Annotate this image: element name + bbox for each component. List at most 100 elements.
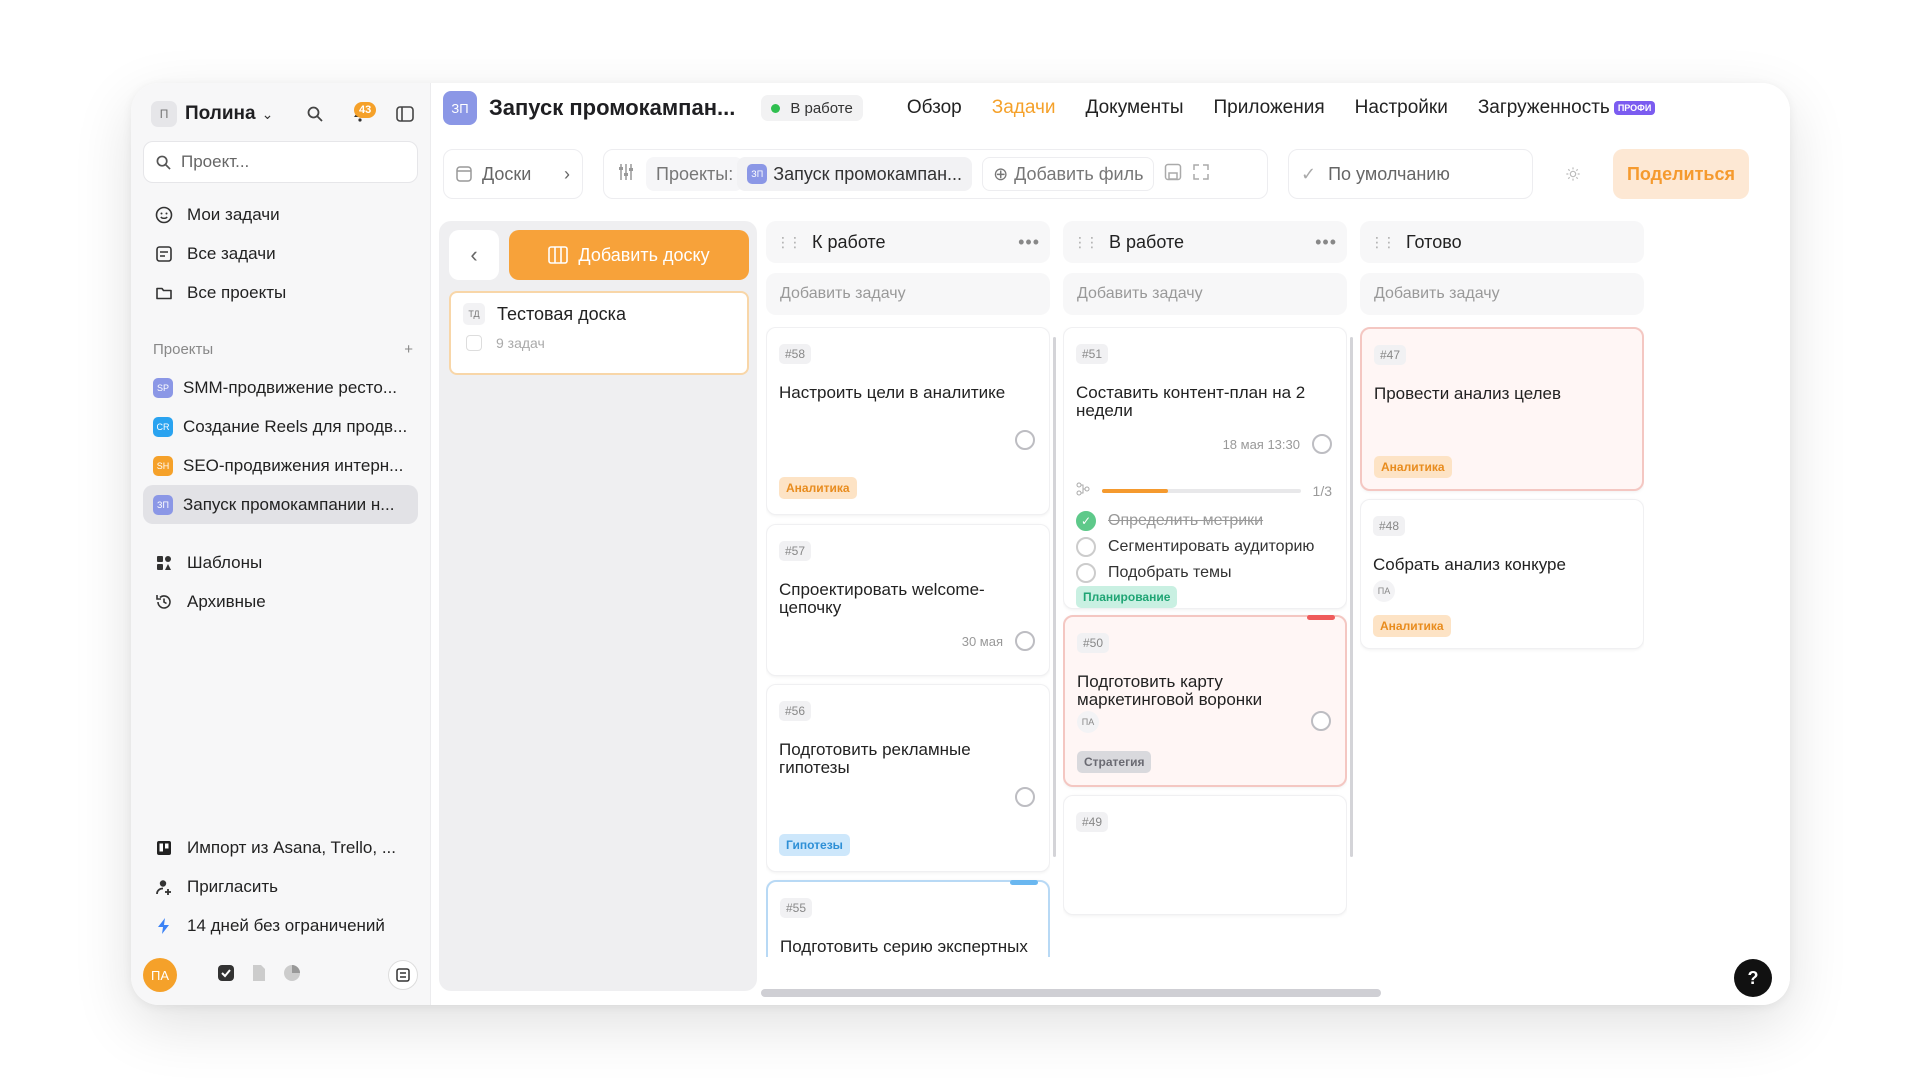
- chevron-down-icon[interactable]: ⌄: [262, 106, 274, 123]
- sidebar-item-templates[interactable]: Шаблоны: [143, 543, 418, 582]
- smile-icon: [153, 204, 175, 226]
- column-header[interactable]: ⋮⋮ К работе •••: [766, 221, 1050, 263]
- gear-icon[interactable]: [1553, 149, 1593, 199]
- project-search-input[interactable]: [181, 152, 381, 172]
- task-card[interactable]: #55 Подготовить серию экспертных: [766, 880, 1050, 957]
- subtask-circle-icon[interactable]: [1076, 563, 1096, 583]
- subtask-item[interactable]: ✓ Определить метрики: [1076, 511, 1263, 531]
- calculator-icon[interactable]: [388, 960, 418, 990]
- project-filter-chip[interactable]: ЗП Запуск промокампан...: [737, 157, 973, 191]
- sidebar-item-all-projects[interactable]: Все проекты: [143, 273, 418, 312]
- user-name[interactable]: Полина: [185, 103, 256, 125]
- subtask-label: Подобрать темы: [1108, 564, 1232, 581]
- task-number: #48: [1373, 516, 1406, 536]
- tab-settings[interactable]: Настройки: [1355, 97, 1448, 119]
- task-card[interactable]: #50 Подготовить карту маркетинговой воро…: [1063, 615, 1347, 787]
- subtask-circle-icon[interactable]: [1076, 537, 1096, 557]
- project-search[interactable]: [143, 141, 418, 183]
- board-card[interactable]: ТД Тестовая доска 9 задач: [449, 291, 749, 375]
- column-header[interactable]: ⋮⋮ В работе •••: [1063, 221, 1347, 263]
- tab-apps[interactable]: Приложения: [1213, 97, 1324, 119]
- sidebar-toggle-icon[interactable]: [394, 103, 416, 125]
- page-title[interactable]: Запуск промокампан...: [489, 95, 735, 121]
- complete-circle-icon[interactable]: [1312, 434, 1332, 454]
- project-tag: SP: [153, 377, 173, 398]
- assignee-avatar[interactable]: ПА: [1077, 711, 1099, 733]
- status-label: В работе: [790, 99, 853, 117]
- column-header[interactable]: ⋮⋮ Готово: [1360, 221, 1644, 263]
- sidebar-item-archived[interactable]: Архивные: [143, 582, 418, 621]
- add-board-button[interactable]: Добавить доску: [509, 230, 749, 280]
- project-tag: SH: [153, 455, 173, 476]
- save-icon[interactable]: [1164, 163, 1182, 186]
- status-badge[interactable]: В работе: [761, 95, 863, 121]
- column-title: Готово: [1406, 231, 1462, 252]
- bell-icon[interactable]: 43: [340, 102, 380, 125]
- subtask-item[interactable]: Подобрать темы: [1076, 563, 1232, 583]
- help-button[interactable]: ?: [1734, 959, 1772, 997]
- task-card[interactable]: #47 Провести анализ целев Аналитика: [1360, 327, 1644, 491]
- tab-documents[interactable]: Документы: [1086, 97, 1184, 119]
- more-icon[interactable]: •••: [1315, 232, 1337, 253]
- horizontal-scrollbar[interactable]: [761, 989, 1778, 997]
- sidebar-project-reels[interactable]: CR Создание Reels для продв...: [143, 407, 418, 446]
- check-circle-icon[interactable]: ✓: [1076, 511, 1096, 531]
- sidebar-item-my-tasks[interactable]: Мои задачи: [143, 195, 418, 234]
- tab-overview[interactable]: Обзор: [907, 97, 962, 119]
- boards-label: Доски: [482, 163, 532, 184]
- user-avatar[interactable]: П: [151, 101, 177, 127]
- drag-handle-icon[interactable]: ⋮⋮: [1370, 234, 1396, 251]
- sidebar-item-import[interactable]: Импорт из Asana, Trello, ...: [143, 828, 418, 867]
- document-icon[interactable]: [251, 964, 267, 987]
- drag-handle-icon[interactable]: ⋮⋮: [776, 234, 802, 251]
- boards-toggle[interactable]: Доски ›: [443, 149, 583, 199]
- task-number: #56: [779, 701, 812, 721]
- add-task-button[interactable]: Добавить задачу: [1360, 273, 1644, 315]
- task-card[interactable]: #48 Собрать анализ конкуре ПА Аналитика: [1360, 499, 1644, 649]
- complete-circle-icon[interactable]: [1015, 430, 1035, 450]
- sidebar-project-seo[interactable]: SH SEO-продвижения интерн...: [143, 446, 418, 485]
- tab-workload[interactable]: Загруженность ПРОФИ: [1478, 97, 1656, 119]
- more-icon[interactable]: •••: [1018, 232, 1040, 253]
- sidebar-project-promo[interactable]: ЗП Запуск промокампании н...: [143, 485, 418, 524]
- view-selector[interactable]: ✓ По умолчанию: [1288, 149, 1533, 199]
- sidebar-project-smm[interactable]: SP SMM-продвижение ресто...: [143, 368, 418, 407]
- task-card[interactable]: #56 Подготовить рекламные гипотезы Гипот…: [766, 684, 1050, 872]
- tab-tasks[interactable]: Задачи: [992, 97, 1056, 119]
- add-filter-button[interactable]: ⊕ Добавить филь: [982, 157, 1155, 191]
- task-number: #57: [779, 541, 812, 561]
- task-card[interactable]: #49: [1063, 795, 1347, 915]
- checkbox-icon[interactable]: [217, 964, 235, 987]
- search-icon[interactable]: [304, 103, 326, 125]
- task-card[interactable]: #51 Составить контент-план на 2 недели 1…: [1063, 327, 1347, 609]
- chevron-left-icon[interactable]: ‹: [449, 230, 499, 280]
- sidebar-item-label: Все проекты: [187, 282, 287, 302]
- share-button[interactable]: Поделиться: [1613, 149, 1749, 199]
- column-scrollbar[interactable]: [1350, 337, 1353, 857]
- sidebar-extra: Шаблоны Архивные: [143, 543, 418, 621]
- complete-circle-icon[interactable]: [1015, 787, 1035, 807]
- user-avatar[interactable]: ПА: [143, 958, 177, 992]
- task-title: Составить контент-план на 2 недели: [1076, 383, 1306, 420]
- sidebar-item-trial[interactable]: 14 дней без ограничений: [143, 906, 418, 945]
- add-project-icon[interactable]: +: [404, 341, 413, 358]
- column-scrollbar[interactable]: [1053, 337, 1056, 857]
- drag-handle-icon[interactable]: ⋮⋮: [1073, 234, 1099, 251]
- add-task-button[interactable]: Добавить задачу: [1063, 273, 1347, 315]
- task-card[interactable]: #58 Настроить цели в аналитике Аналитика: [766, 327, 1050, 515]
- project-badge: ЗП: [443, 91, 477, 125]
- subtask-item[interactable]: Сегментировать аудиторию: [1076, 537, 1314, 557]
- expand-icon[interactable]: [1192, 163, 1210, 186]
- task-card[interactable]: #57 Спроектировать welcome-цепочку 30 ма…: [766, 524, 1050, 676]
- filter-sliders-icon[interactable]: [616, 162, 636, 187]
- add-task-button[interactable]: Добавить задачу: [766, 273, 1050, 315]
- sidebar-item-invite[interactable]: Пригласить: [143, 867, 418, 906]
- assignee-avatar[interactable]: ПА: [1373, 580, 1395, 602]
- complete-circle-icon[interactable]: [1311, 711, 1331, 731]
- pie-chart-icon[interactable]: [283, 964, 301, 987]
- sidebar-item-all-tasks[interactable]: Все задачи: [143, 234, 418, 273]
- column-title: В работе: [1109, 231, 1185, 252]
- complete-circle-icon[interactable]: [1015, 631, 1035, 651]
- scrollbar-thumb[interactable]: [761, 989, 1381, 997]
- lightning-icon: [153, 915, 175, 937]
